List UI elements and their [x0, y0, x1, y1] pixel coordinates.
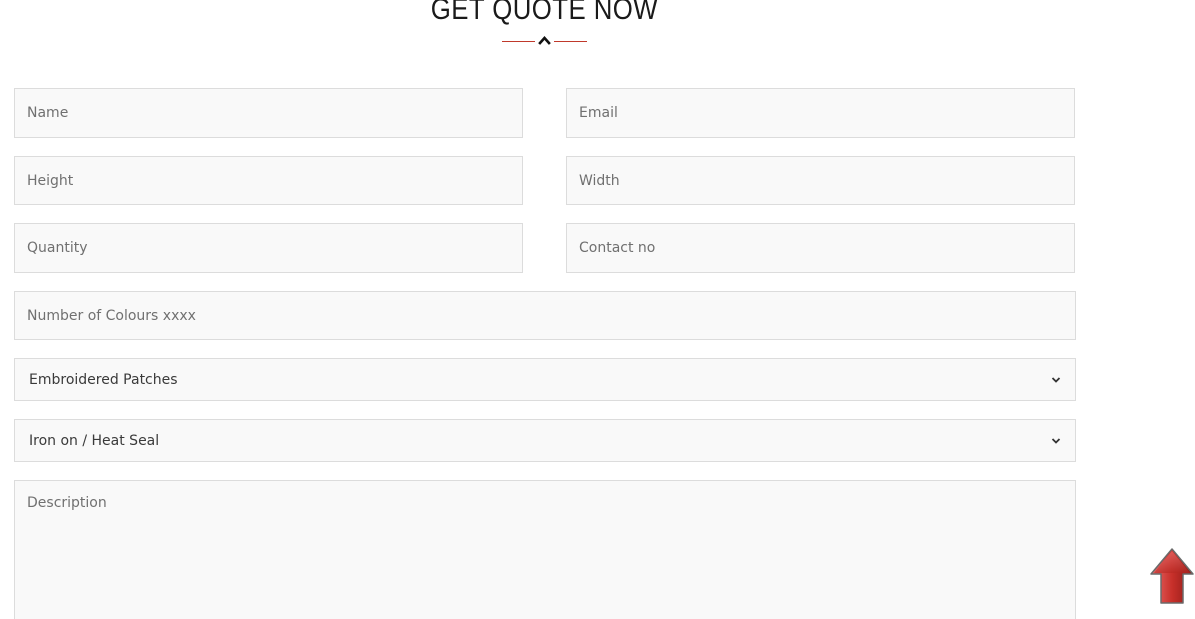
- description-field[interactable]: [14, 480, 1076, 619]
- backing-type-selected-value: Iron on / Heat Seal: [29, 432, 160, 449]
- quote-page: GET QUOTE NOW Embroidered Patches Iron o…: [0, 0, 1195, 619]
- quantity-field[interactable]: [14, 223, 523, 273]
- page-title: GET QUOTE NOW: [430, 0, 659, 26]
- chevron-up-icon: [538, 36, 551, 45]
- email-field[interactable]: [566, 88, 1075, 138]
- contact-number-field[interactable]: [566, 223, 1075, 273]
- backing-type-select[interactable]: Iron on / Heat Seal: [14, 419, 1076, 462]
- divider-line-left: [502, 41, 535, 42]
- chevron-down-icon: [1051, 376, 1061, 383]
- width-field[interactable]: [566, 156, 1075, 205]
- divider-line-right: [554, 41, 587, 42]
- patch-type-selected-value: Embroidered Patches: [29, 371, 178, 388]
- patch-type-select[interactable]: Embroidered Patches: [14, 358, 1076, 401]
- chevron-down-icon: [1051, 437, 1061, 444]
- height-field[interactable]: [14, 156, 523, 205]
- name-field[interactable]: [14, 88, 523, 138]
- number-of-colours-field[interactable]: [14, 291, 1076, 340]
- title-divider: [502, 34, 587, 48]
- scroll-to-top-arrow-icon[interactable]: [1149, 546, 1195, 606]
